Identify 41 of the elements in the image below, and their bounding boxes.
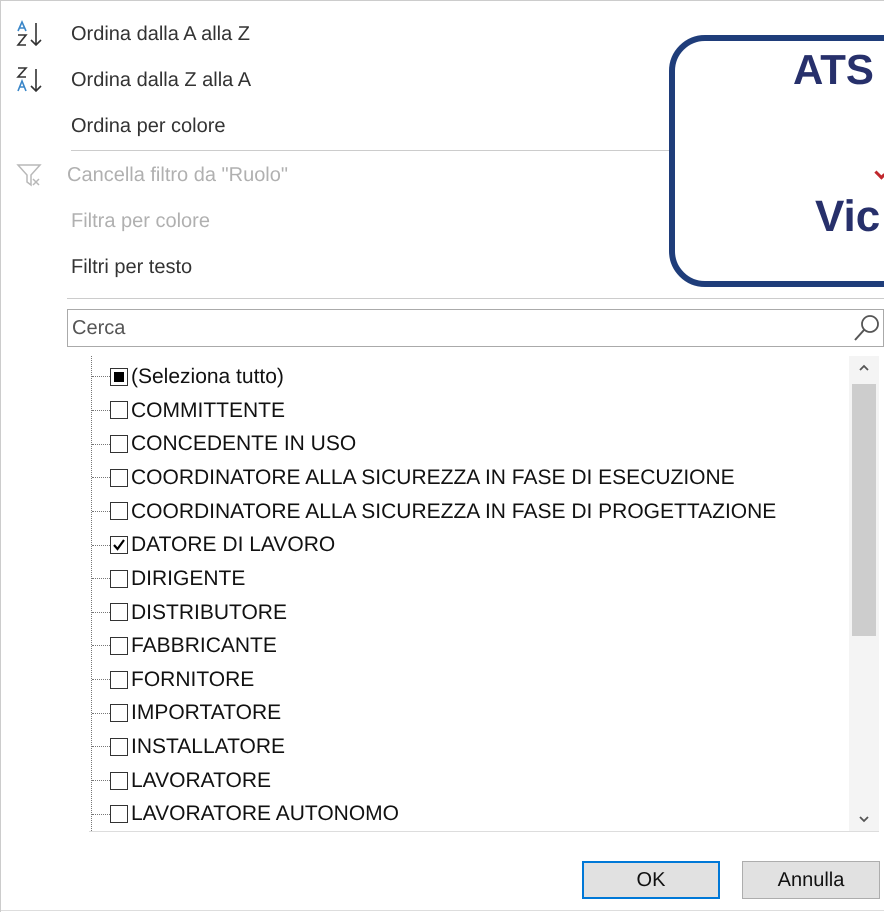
scrollbar-thumb[interactable] <box>852 384 876 636</box>
checkbox[interactable] <box>110 636 128 655</box>
list-item-label[interactable]: IMPORTATORE <box>131 697 282 729</box>
card-subtitle: Vic <box>815 195 880 239</box>
list-item-label[interactable]: LAVORATORE <box>131 764 272 796</box>
list-item-label[interactable]: COORDINATORE ALLA SICUREZZA IN FASE DI ESECUZIONE <box>131 462 735 494</box>
menu-item[interactable]: Ordina dalla Z alla A <box>71 65 252 95</box>
accent-mark-icon <box>874 168 884 180</box>
scrollbar[interactable] <box>849 356 879 831</box>
menu-item[interactable]: Ordina per colore <box>71 111 226 141</box>
checkbox[interactable] <box>110 536 128 554</box>
card-title: ATS <box>793 49 874 91</box>
list-item-label[interactable]: COORDINATORE ALLA SICUREZZA IN FASE DI PROGETTAZIONE <box>131 496 776 528</box>
list-item-label[interactable]: FORNITORE <box>131 664 254 696</box>
checkbox[interactable] <box>110 401 128 420</box>
checkbox[interactable] <box>110 570 128 588</box>
list-item-label[interactable]: (Seleziona tutto) <box>131 361 284 393</box>
dialog-button[interactable]: Annulla <box>742 861 880 899</box>
checkbox[interactable] <box>110 772 128 790</box>
checkbox[interactable] <box>110 603 128 622</box>
list-item-label[interactable]: COMMITTENTE <box>131 394 285 426</box>
checkbox[interactable] <box>110 704 128 722</box>
dialog-button[interactable]: OK <box>582 861 720 899</box>
list-item-label[interactable]: FABBRICANTE <box>131 630 277 662</box>
list-item-label[interactable]: DISTRIBUTORE <box>131 596 287 628</box>
list-item-label[interactable]: LAVORATORE AUTONOMO <box>131 798 399 830</box>
list-item-label[interactable]: DIRIGENTE <box>131 562 246 594</box>
list-item-label[interactable]: INSTALLATORE <box>131 731 286 763</box>
checkbox[interactable] <box>110 435 128 454</box>
list-item-label[interactable]: CONCEDENTE IN USO <box>131 428 356 460</box>
checkbox[interactable] <box>110 805 128 824</box>
search-icon <box>852 313 882 343</box>
checkbox[interactable] <box>110 368 128 386</box>
menu-item[interactable]: Filtri per testo <box>71 252 192 282</box>
search-field[interactable]: Cerca <box>67 309 884 347</box>
checkbox[interactable] <box>110 468 128 487</box>
checkbox[interactable] <box>110 738 128 756</box>
checkbox[interactable] <box>110 670 128 689</box>
checkbox[interactable] <box>110 502 128 520</box>
list-item-label[interactable]: DATORE DI LAVORO <box>131 529 336 561</box>
menu-item[interactable]: Ordina dalla A alla Z <box>71 19 250 49</box>
